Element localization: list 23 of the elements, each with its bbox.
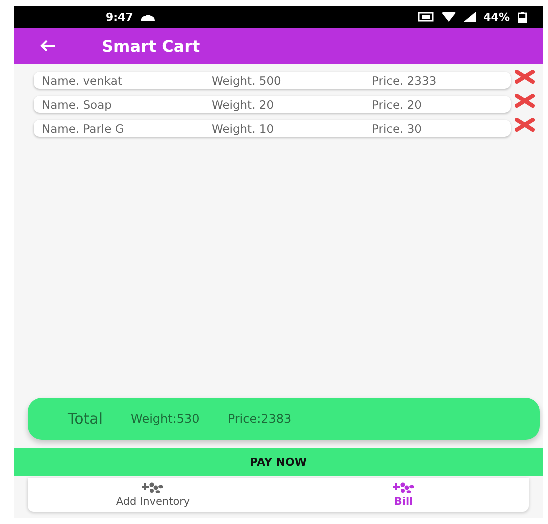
- cart-item: Name. venkat Weight. 500 Price. 2333: [34, 72, 511, 89]
- cart-item: Name. Soap Weight. 20 Price. 20: [34, 96, 511, 113]
- dots-icon: [142, 482, 164, 494]
- delete-icon[interactable]: [515, 118, 535, 132]
- total-price: Price:2383: [228, 412, 292, 426]
- nav-tab[interactable]: Add Inventory: [28, 478, 278, 512]
- delete-icon[interactable]: [515, 94, 535, 108]
- app-title: Smart Cart: [102, 36, 200, 56]
- signal-icon: [464, 12, 476, 22]
- wifi-icon: [442, 12, 456, 22]
- total-label: Total: [68, 410, 104, 428]
- status-time: 9:47: [106, 10, 134, 24]
- battery-percent: 44%: [484, 10, 510, 24]
- cart-item: Name. Parle G Weight. 10 Price. 30: [34, 120, 511, 137]
- delete-icon[interactable]: [515, 70, 535, 84]
- dots-icon: [392, 482, 415, 494]
- nav-tab[interactable]: Bill: [278, 478, 529, 512]
- cloud-icon: [141, 14, 156, 20]
- back-icon[interactable]: [40, 40, 56, 52]
- battery-icon: [518, 12, 527, 22]
- pay-button[interactable]: PAY NOW: [14, 448, 543, 476]
- total-weight: Weight:530: [131, 412, 200, 426]
- sim-icon: [418, 12, 434, 22]
